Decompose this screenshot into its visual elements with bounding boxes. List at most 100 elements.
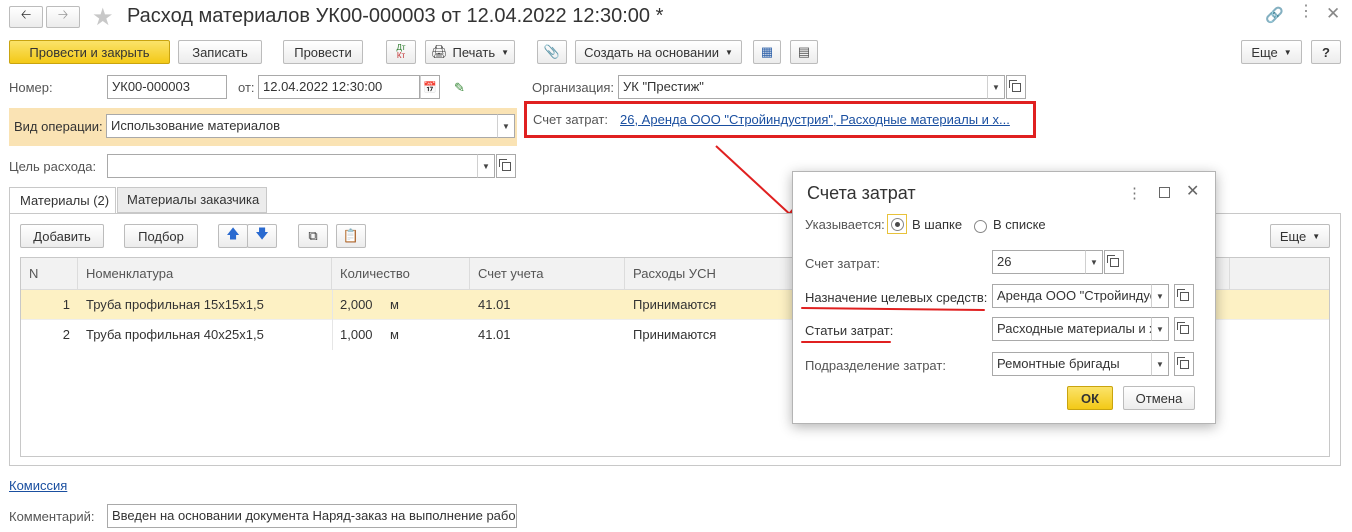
cost-account-label: Счет затрат: [533, 112, 608, 127]
radio-list-label: В списке [993, 217, 1046, 232]
purpose-underline [800, 307, 986, 311]
dialog-purpose-dropdown[interactable]: ▼ [1151, 284, 1169, 308]
row-account: 41.01 [478, 297, 511, 312]
structure-icon: ▦ [760, 44, 774, 59]
dialog-menu-icon[interactable]: ⋮ [1127, 184, 1142, 202]
radio-header-focus[interactable] [887, 214, 907, 234]
cost-account-link[interactable]: 26, Аренда ООО "Стройиндустрия", Расходн… [620, 112, 1010, 127]
purpose-open-button[interactable] [496, 154, 516, 178]
post-button[interactable]: Провести [283, 40, 363, 64]
org-field[interactable]: УК "Престиж" [618, 75, 988, 99]
radio-header[interactable] [890, 217, 904, 231]
commission-link[interactable]: Комиссия [9, 478, 67, 493]
comment-field[interactable]: Введен на основании документа Наряд-зака… [107, 504, 517, 528]
org-open-button[interactable] [1006, 75, 1026, 99]
link-icon[interactable]: 🔗 [1265, 6, 1284, 24]
move-up-button[interactable]: 🡅 [218, 224, 248, 248]
open-icon [1106, 254, 1119, 267]
calendar-icon: 📅 [423, 81, 437, 94]
dialog-articles-open[interactable] [1174, 317, 1194, 341]
operation-type-field[interactable]: Использование материалов [106, 114, 498, 138]
structure-button[interactable]: ▦ [753, 40, 781, 64]
column-divider [332, 290, 333, 350]
row-usn: Принимаются [633, 327, 717, 342]
create-based-button[interactable]: Создать на основании ▼ [575, 40, 742, 64]
dialog-division-field[interactable]: Ремонтные бригады [992, 352, 1152, 376]
dialog-purpose-field[interactable]: Аренда ООО "Стройиндус [992, 284, 1152, 308]
copy-button[interactable]: ⧉ [298, 224, 328, 248]
org-label: Организация: [532, 80, 615, 95]
arrow-left-icon: 🡠 [20, 7, 32, 22]
number-field[interactable]: УК00-000003 [107, 75, 227, 99]
chevron-down-icon: ▼ [1283, 47, 1292, 57]
star-icon[interactable]: ★ [92, 3, 114, 32]
open-icon [1176, 321, 1189, 334]
number-label: Номер: [9, 80, 53, 95]
cancel-button[interactable]: Отмена [1123, 386, 1195, 410]
row-n: 1 [62, 297, 70, 312]
dt-kt-icon: Дт Кт [396, 43, 406, 60]
col-quantity[interactable]: Количество [332, 258, 470, 290]
report-icon: ▤ [797, 44, 811, 59]
dialog-articles-dropdown[interactable]: ▼ [1151, 317, 1169, 341]
row-name: Труба профильная 15х15х1,5 [86, 297, 264, 312]
dialog-articles-field[interactable]: Расходные материалы и х [992, 317, 1152, 341]
print-button[interactable]: 🖨 Печать ▼ [425, 40, 515, 64]
comment-label: Комментарий: [9, 509, 95, 524]
dialog-division-dropdown[interactable]: ▼ [1151, 352, 1169, 376]
cost-accounts-dialog: Счета затрат ⋮ ✕ Указывается: В шапке В … [792, 171, 1216, 424]
operation-type-label: Вид операции: [14, 119, 103, 134]
back-button[interactable]: 🡠 [9, 6, 43, 28]
forward-button[interactable]: 🡢 [46, 6, 80, 28]
move-down-button[interactable]: 🡇 [247, 224, 277, 248]
add-button[interactable]: Добавить [20, 224, 104, 248]
dt-kt-button[interactable]: Дт Кт [386, 40, 416, 64]
radio-list[interactable] [974, 220, 987, 234]
dialog-title: Счета затрат [807, 183, 916, 203]
dialog-division-open[interactable] [1174, 352, 1194, 376]
tab-customer-materials[interactable]: Материалы заказчика [117, 187, 267, 213]
row-unit: м [390, 327, 399, 342]
arrow-right-icon: 🡢 [57, 7, 69, 22]
calendar-button[interactable]: 📅 [420, 75, 440, 99]
chevron-down-icon: ▼ [501, 47, 510, 57]
operation-type-dropdown-button[interactable]: ▼ [497, 114, 515, 138]
col-n[interactable]: N [21, 258, 78, 290]
purpose-dropdown-button[interactable]: ▼ [477, 154, 495, 178]
arrow-up-icon: 🡅 [226, 226, 240, 241]
report-button[interactable]: ▤ [790, 40, 818, 64]
chevron-down-icon: ▼ [1312, 231, 1321, 241]
table-more-button[interactable]: Еще ▼ [1270, 224, 1330, 248]
articles-underline [801, 341, 891, 343]
dialog-articles-label: Статьи затрат: [805, 323, 894, 338]
help-button[interactable]: ? [1311, 40, 1341, 64]
menu-dots-icon[interactable]: ⋮ [1298, 4, 1314, 20]
paste-button[interactable]: 📋 [336, 224, 366, 248]
dialog-purpose-label: Назначение целевых средств: [805, 290, 988, 305]
col-account[interactable]: Счет учета [470, 258, 625, 290]
dialog-cost-account-dropdown[interactable]: ▼ [1085, 250, 1103, 274]
post-and-close-button[interactable]: Провести и закрыть [9, 40, 170, 64]
dialog-cost-account-field[interactable]: 26 [992, 250, 1086, 274]
more-button[interactable]: Еще ▼ [1241, 40, 1302, 64]
save-button[interactable]: Записать [178, 40, 262, 64]
row-account: 41.01 [478, 327, 511, 342]
dialog-purpose-open[interactable] [1174, 284, 1194, 308]
dialog-close-icon[interactable]: ✕ [1186, 181, 1199, 201]
document-status-icon[interactable]: ✎ [454, 80, 465, 96]
maximize-icon[interactable] [1159, 187, 1170, 198]
attach-button[interactable]: 📎 [537, 40, 567, 64]
tab-materials[interactable]: Материалы (2) [9, 187, 116, 214]
open-icon [1176, 356, 1189, 369]
col-nomenclature[interactable]: Номенклатура [78, 258, 332, 290]
dialog-cost-account-open[interactable] [1104, 250, 1124, 274]
row-usn: Принимаются [633, 297, 717, 312]
printer-icon: 🖨 [430, 44, 448, 59]
org-dropdown-button[interactable]: ▼ [987, 75, 1005, 99]
purpose-field[interactable] [107, 154, 478, 178]
pick-button[interactable]: Подбор [124, 224, 198, 248]
row-n: 2 [62, 327, 70, 342]
date-field[interactable]: 12.04.2022 12:30:00 [258, 75, 420, 99]
close-icon[interactable]: ✕ [1326, 4, 1340, 24]
ok-button[interactable]: ОК [1067, 386, 1113, 410]
